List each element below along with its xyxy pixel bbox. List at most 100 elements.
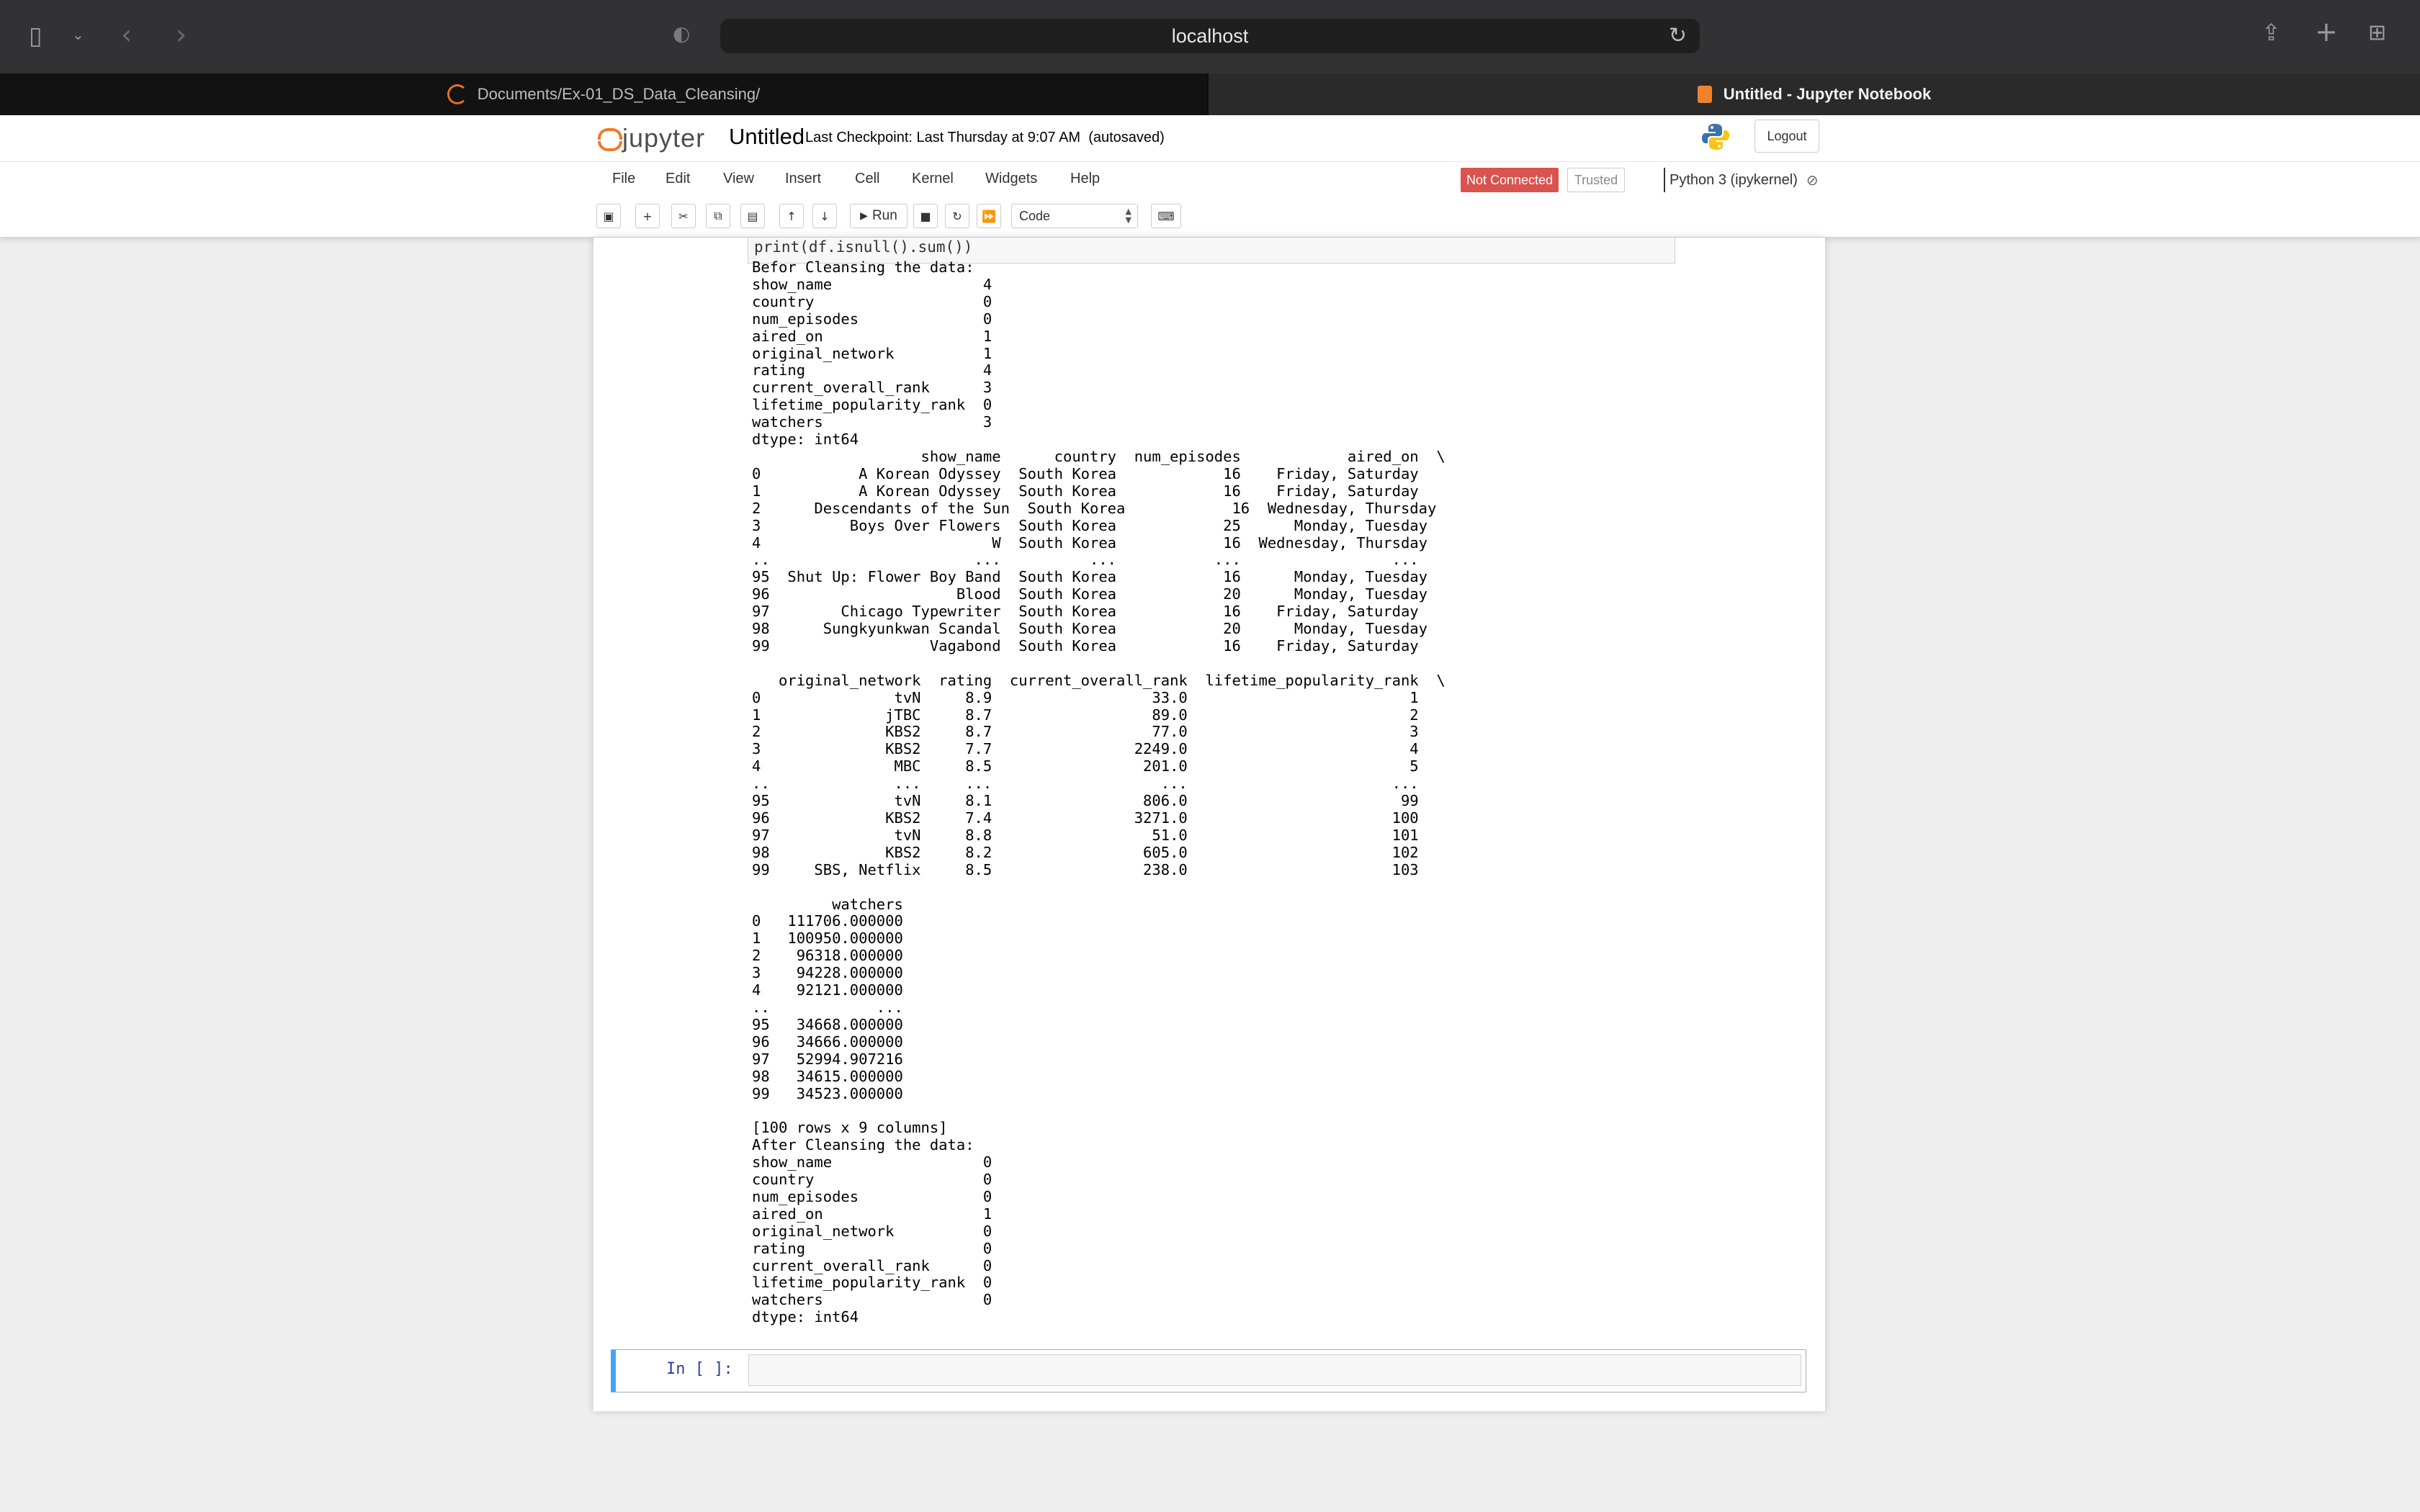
restart-button[interactable]: ↻ <box>945 204 969 228</box>
output-line: 2 Descendants of the Sun South Korea 16 … <box>752 499 1437 517</box>
kernel-status-badge[interactable]: Not Connected <box>1461 168 1559 192</box>
share-icon[interactable]: ⇪ <box>2262 19 2281 46</box>
menu-widgets[interactable]: Widgets <box>985 171 1037 187</box>
output-line: rating 0 <box>752 1239 992 1257</box>
output-line: current_overall_rank 3 <box>752 379 992 397</box>
empty-code-cell[interactable]: In [ ]: <box>611 1349 1806 1392</box>
menu-kernel[interactable]: Kernel <box>912 171 954 187</box>
output-line: 99 SBS, Netflix 8.5 238.0 103 <box>752 860 1419 878</box>
cut-button[interactable]: ✂ <box>671 204 696 228</box>
output-line: 2 KBS2 8.7 77.0 3 <box>752 723 1419 741</box>
cell-type-select[interactable]: Code ▲ ▼ <box>1011 204 1138 228</box>
code-input[interactable] <box>748 1354 1801 1386</box>
menu-cell[interactable]: Cell <box>855 171 879 187</box>
loading-spinner-icon <box>447 84 467 104</box>
run-label: Run <box>871 208 897 223</box>
output-line: 96 KBS2 7.4 3271.0 100 <box>752 809 1419 827</box>
output-line: show_name 4 <box>752 275 992 293</box>
shield-icon[interactable]: ◐ <box>673 22 690 45</box>
interrupt-button[interactable]: ■ <box>913 204 938 228</box>
output-line: num_episodes 0 <box>752 1187 992 1205</box>
output-line: 3 Boys Over Flowers South Korea 25 Monda… <box>752 516 1428 534</box>
output-line: 4 W South Korea 16 Wednesday, Thursday <box>752 534 1428 552</box>
tab-overview-icon[interactable]: ⊞ <box>2368 20 2386 45</box>
restart-run-all-button[interactable]: ⏩ <box>977 204 1001 228</box>
tab-label: Untitled - Jupyter Notebook <box>1723 85 1932 103</box>
save-icon: ▣ <box>603 209 614 223</box>
jupyter-logo-text: jupyter <box>622 123 706 153</box>
output-line: lifetime_popularity_rank 0 <box>752 396 992 414</box>
output-line: Befor Cleansing the data: <box>752 258 974 276</box>
forward-arrow-icon[interactable]: › <box>176 19 187 50</box>
arrow-up-icon: ↑ <box>786 209 797 223</box>
run-button[interactable]: ▶ Run <box>850 204 908 228</box>
output-line: 97 Chicago Typewriter South Korea 16 Fri… <box>752 603 1419 621</box>
output-line: 95 tvN 8.1 806.0 99 <box>752 792 1419 810</box>
output-line: 98 KBS2 8.2 605.0 102 <box>752 843 1419 861</box>
output-line: num_episodes 0 <box>752 310 992 328</box>
tab-notebook[interactable]: Untitled - Jupyter Notebook <box>1209 73 2420 115</box>
save-button[interactable]: ▣ <box>596 204 621 228</box>
paste-button[interactable]: ▤ <box>740 204 765 228</box>
output-line: 3 KBS2 7.7 2249.0 4 <box>752 740 1419 758</box>
insert-cell-button[interactable]: + <box>635 204 660 228</box>
address-bar[interactable]: localhost ↻ <box>720 19 1700 53</box>
menu-edit[interactable]: Edit <box>666 171 690 187</box>
move-up-button[interactable]: ↑ <box>779 204 804 228</box>
trusted-badge[interactable]: Trusted <box>1567 168 1625 192</box>
menu-view[interactable]: View <box>723 171 754 187</box>
output-line: [100 rows x 9 columns] <box>752 1119 948 1137</box>
select-arrows-icon: ▲ ▼ <box>1125 207 1131 225</box>
url-text: localhost <box>1171 24 1249 47</box>
python-logo-icon <box>1702 124 1729 150</box>
output-line: original_network 1 <box>752 344 992 362</box>
kernel-name: Python 3 (ipykernel) ⊘ <box>1664 168 1819 192</box>
output-line: 97 52994.907216 <box>752 1050 903 1068</box>
menu-help[interactable]: Help <box>1070 171 1100 187</box>
kernel-disconnected-icon: ⊘ <box>1806 172 1819 189</box>
tab-bar: Documents/Ex-01_DS_Data_Cleansing/ Untit… <box>0 73 2420 115</box>
copy-button[interactable]: ⧉ <box>706 204 730 228</box>
output-line: .. ... ... ... ... <box>752 775 1419 793</box>
fast-forward-icon: ⏩ <box>982 209 996 223</box>
arrow-down-icon: ↓ <box>820 209 830 223</box>
output-line: 96 Blood South Korea 20 Monday, Tuesday <box>752 585 1428 603</box>
logout-button[interactable]: Logout <box>1754 120 1819 153</box>
keyboard-icon: ⌨ <box>1157 209 1175 223</box>
move-down-button[interactable]: ↓ <box>812 204 837 228</box>
reload-icon[interactable]: ↻ <box>1669 23 1687 48</box>
previous-cell-code: print(df.isnull().sum()) <box>754 238 973 256</box>
sidebar-toggle-icon[interactable]: ▯ <box>29 22 42 50</box>
output-line: 3 94228.000000 <box>752 964 903 982</box>
plus-icon: + <box>642 209 653 223</box>
menu-insert[interactable]: Insert <box>785 171 821 187</box>
output-line: watchers <box>752 895 903 913</box>
output-line: country 0 <box>752 1171 992 1189</box>
new-tab-icon[interactable]: + <box>2315 16 2338 48</box>
tab-documents[interactable]: Documents/Ex-01_DS_Data_Cleansing/ <box>0 73 1207 115</box>
output-line: 0 tvN 8.9 33.0 1 <box>752 688 1419 706</box>
paste-icon: ▤ <box>747 209 758 223</box>
output-line: 4 MBC 8.5 201.0 5 <box>752 757 1419 775</box>
command-palette-button[interactable]: ⌨ <box>1151 204 1181 228</box>
chevron-down-icon[interactable]: ⌄ <box>72 26 84 43</box>
tab-label: Documents/Ex-01_DS_Data_Cleansing/ <box>477 85 761 103</box>
output-line: lifetime_popularity_rank 0 <box>752 1274 992 1292</box>
output-line: show_name 0 <box>752 1153 992 1171</box>
jupyter-logo[interactable]: jupyter <box>596 121 705 156</box>
output-line: 95 34668.000000 <box>752 1015 903 1033</box>
checkpoint-status: Last Checkpoint: Last Thursday at 9:07 A… <box>805 130 1165 146</box>
output-line: 99 Vagabond South Korea 16 Friday, Satur… <box>752 636 1419 654</box>
output-line: country 0 <box>752 292 992 310</box>
notebook-title[interactable]: Untitled <box>729 124 805 150</box>
menu-file[interactable]: File <box>612 171 635 187</box>
output-line: .. ... <box>752 998 903 1016</box>
back-arrow-icon[interactable]: ‹ <box>121 19 132 50</box>
scissors-icon: ✂ <box>678 209 689 223</box>
output-line: 96 34666.000000 <box>752 1032 903 1050</box>
autosave-text: (autosaved) <box>1088 130 1165 145</box>
output-line: 95 Shut Up: Flower Boy Band South Korea … <box>752 568 1428 586</box>
jupyter-logo-icon <box>596 125 622 151</box>
output-line: 99 34523.000000 <box>752 1084 903 1102</box>
output-line: show_name country num_episodes aired_on … <box>752 447 1446 465</box>
